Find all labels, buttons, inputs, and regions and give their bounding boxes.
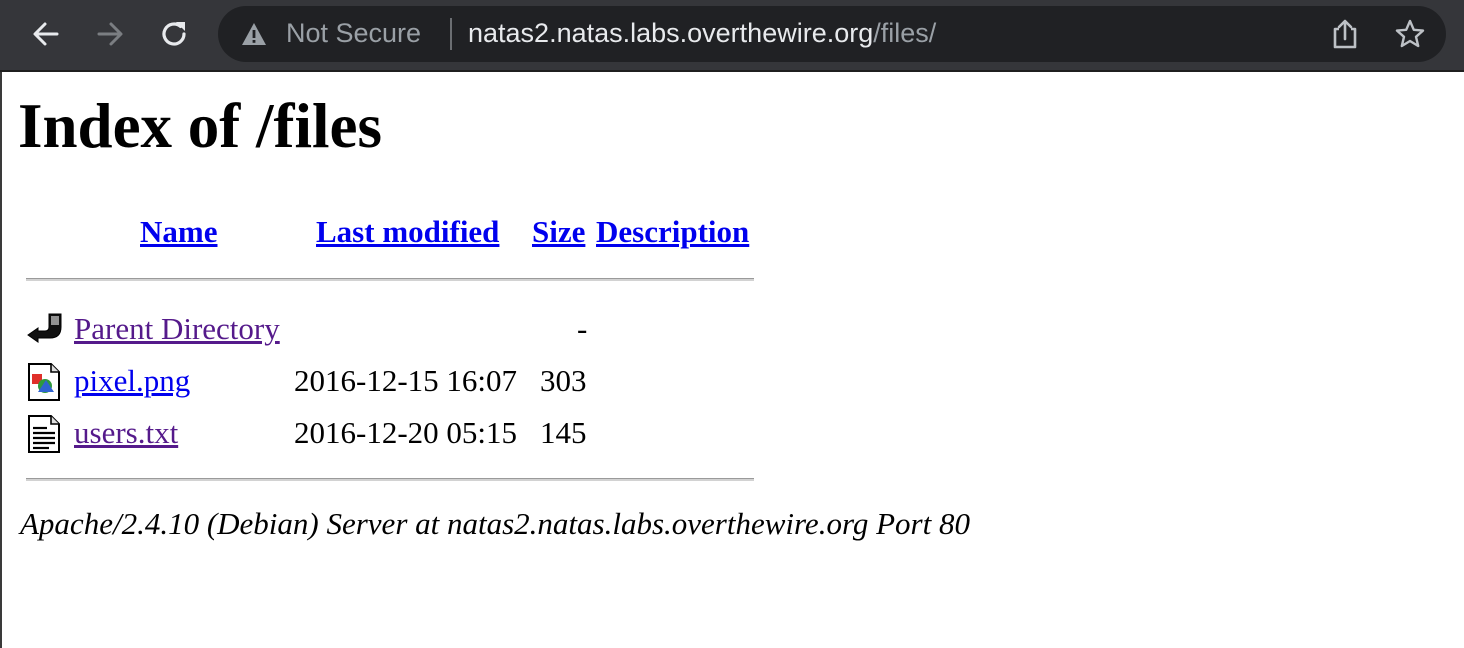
security-status-label[interactable]: Not Secure bbox=[286, 18, 421, 49]
page-content: Index of /files Name Last modified Size … bbox=[0, 72, 1464, 648]
sort-by-description-link[interactable]: Description bbox=[596, 214, 749, 249]
page-title: Index of /files bbox=[18, 91, 383, 161]
column-header-name: Name bbox=[140, 214, 217, 250]
parent-directory-icon bbox=[27, 313, 62, 343]
sort-by-name-link[interactable]: Name bbox=[140, 214, 217, 249]
column-header-size: Size bbox=[532, 214, 585, 250]
users-txt-link[interactable]: users.txt bbox=[74, 415, 178, 450]
back-button[interactable] bbox=[26, 14, 66, 54]
star-icon[interactable] bbox=[1394, 18, 1426, 50]
text-file-icon bbox=[28, 415, 60, 453]
url-path: /files/ bbox=[873, 18, 937, 48]
arrow-left-icon bbox=[33, 22, 59, 46]
modified-cell: 2016-12-15 16:07 bbox=[294, 363, 518, 398]
sort-by-last-modified-link[interactable]: Last modified bbox=[316, 214, 499, 249]
image-file-icon bbox=[28, 363, 60, 401]
header-divider bbox=[26, 278, 754, 281]
file-row-name-cell: users.txt bbox=[74, 415, 178, 451]
address-bar[interactable]: Not Secure natas2.natas.labs.overthewire… bbox=[218, 6, 1446, 62]
browser-toolbar: Not Secure natas2.natas.labs.overthewire… bbox=[0, 0, 1464, 72]
sort-by-size-link[interactable]: Size bbox=[532, 214, 585, 249]
url-host: natas2.natas.labs.overthewire.org bbox=[468, 18, 874, 48]
size-cell: 303 bbox=[540, 363, 587, 398]
pixel-png-link[interactable]: pixel.png bbox=[74, 363, 190, 398]
size-cell: 145 bbox=[540, 415, 587, 450]
reload-icon bbox=[162, 22, 186, 46]
server-signature: Apache/2.4.10 (Debian) Server at natas2.… bbox=[20, 506, 970, 541]
footer-divider bbox=[26, 478, 754, 481]
forward-button[interactable] bbox=[90, 14, 130, 54]
file-row-name-cell: pixel.png bbox=[74, 363, 190, 399]
warning-triangle-icon[interactable] bbox=[240, 20, 268, 48]
url-text[interactable]: natas2.natas.labs.overthewire.org/files/ bbox=[468, 18, 936, 49]
file-row-name-cell: Parent Directory bbox=[74, 311, 280, 347]
arrow-right-icon bbox=[97, 22, 123, 46]
share-icon[interactable] bbox=[1330, 18, 1360, 50]
column-header-last-modified: Last modified bbox=[316, 214, 499, 250]
column-header-description: Description bbox=[596, 214, 749, 250]
modified-cell: 2016-12-20 05:15 bbox=[294, 415, 518, 450]
size-cell: - bbox=[577, 311, 588, 346]
address-separator bbox=[450, 18, 452, 50]
reload-button[interactable] bbox=[154, 14, 194, 54]
parent-directory-link[interactable]: Parent Directory bbox=[74, 311, 280, 346]
